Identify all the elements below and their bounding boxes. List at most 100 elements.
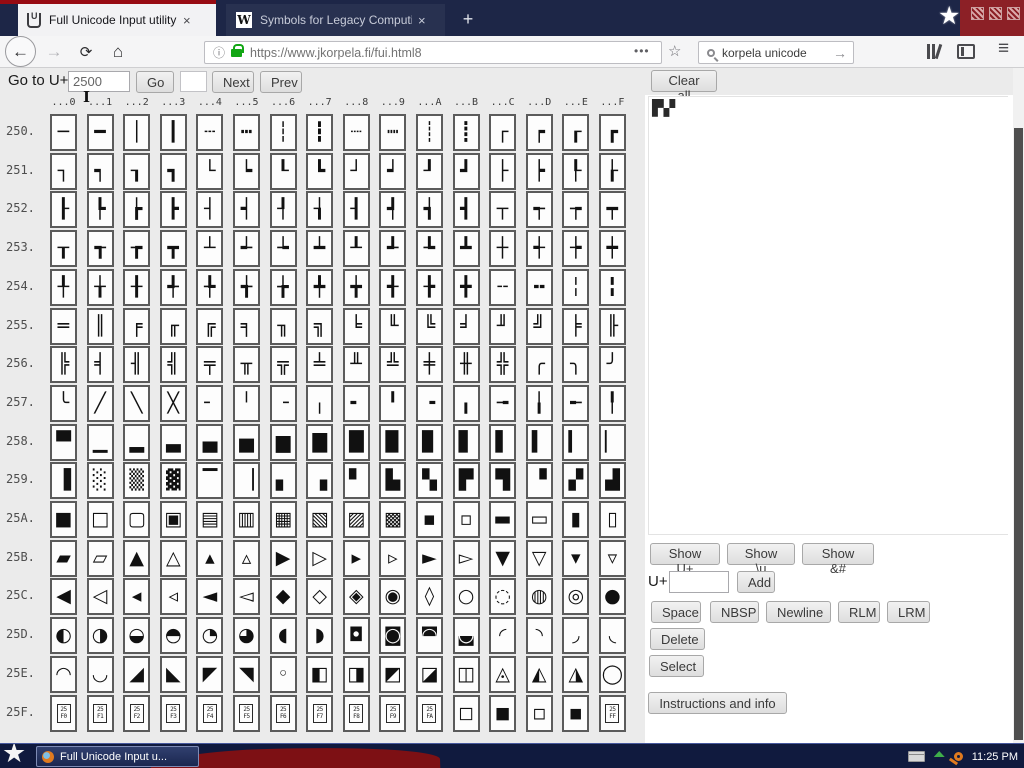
char-cell[interactable]: ◾ [562,694,590,732]
char-cell[interactable]: ▯ [598,501,626,538]
char-cell[interactable]: ▼ [489,539,517,577]
sidebar-icon[interactable] [957,44,975,59]
char-cell[interactable]: ◽ [525,694,553,732]
char-cell[interactable]: ◘ [342,617,370,655]
char-cell[interactable]: ▅ [232,423,260,461]
char-cell[interactable]: ◄ [196,578,224,616]
char-cell[interactable]: ║ [86,307,114,345]
char-cell[interactable]: ▌ [489,423,517,461]
char-cell[interactable]: ┌ [489,114,517,151]
char-cell[interactable]: ▚ [415,462,443,500]
char-cell[interactable]: ◐ [50,617,77,655]
char-cell[interactable]: ▓ [159,462,187,500]
char-cell[interactable]: ╅ [232,268,260,306]
char-cell[interactable]: 25 FA [415,694,443,732]
char-cell[interactable]: ◕ [232,617,260,655]
char-cell[interactable]: ┬ [489,191,517,229]
char-cell[interactable]: ◓ [159,617,187,655]
show-backslash-u-button[interactable]: Show \u [727,543,795,576]
search-bar[interactable]: korpela unicode → [698,41,854,64]
hamburger-menu-icon[interactable]: ≡ [998,38,1009,60]
char-cell[interactable]: ┳ [159,230,187,268]
char-cell[interactable]: ╨ [342,346,370,384]
char-cell[interactable]: ┪ [415,191,443,229]
char-cell[interactable]: 25 FF [598,694,626,732]
page-actions-icon[interactable]: ••• [634,44,650,58]
char-cell[interactable]: 25 F2 [123,694,151,732]
start-star-icon[interactable]: ★ [2,744,26,768]
https-lock-icon[interactable] [231,43,245,57]
instructions-button[interactable]: Instructions and info [648,692,787,714]
char-cell[interactable]: ◂ [123,578,151,616]
char-cell[interactable]: ◪ [415,655,443,693]
char-cell[interactable]: ▋ [452,423,480,461]
tab-close-icon[interactable]: × [418,13,426,28]
char-cell[interactable]: ╸ [342,384,370,422]
taskbar-app-button[interactable]: Full Unicode Input u... [36,746,199,767]
char-cell[interactable]: ◟ [598,617,626,655]
char-cell[interactable]: ▨ [342,501,370,538]
char-cell[interactable]: ╃ [159,268,187,306]
close-icon[interactable] [1007,7,1020,20]
char-cell[interactable]: ◢ [123,655,151,693]
char-cell[interactable]: ◎ [562,578,590,616]
char-cell[interactable]: ▶ [269,539,297,577]
char-cell[interactable]: ╳ [159,384,187,422]
char-cell[interactable]: ┾ [562,230,590,268]
char-cell[interactable]: ▜ [489,462,517,500]
char-cell[interactable]: ╠ [50,346,77,384]
char-cell[interactable]: ◣ [159,655,187,693]
char-cell[interactable]: ┫ [452,191,480,229]
char-cell[interactable]: ┻ [452,230,480,268]
char-cell[interactable]: ╊ [415,268,443,306]
char-cell[interactable]: ┚ [415,152,443,190]
char-cell[interactable]: 25 F6 [269,694,297,732]
char-cell[interactable]: ┼ [489,230,517,268]
char-cell[interactable]: ┉ [379,114,407,151]
char-cell[interactable]: ▿ [598,539,626,577]
char-cell[interactable]: ░ [86,462,114,500]
char-cell[interactable]: ▱ [86,539,114,577]
char-cell[interactable]: ┖ [269,152,297,190]
char-cell[interactable]: ▘ [342,462,370,500]
forward-button[interactable]: → [42,36,66,68]
char-cell[interactable]: ▉ [379,423,407,461]
char-cell[interactable]: ◙ [379,617,407,655]
add-button[interactable]: Add [737,571,775,593]
char-cell[interactable]: ╗ [306,307,334,345]
char-cell[interactable]: ╣ [159,346,187,384]
newline-button[interactable]: Newline [766,601,831,623]
char-cell[interactable]: ╝ [525,307,553,345]
char-cell[interactable]: ◥ [232,655,260,693]
char-cell[interactable]: 25 F8 [342,694,370,732]
char-cell[interactable]: ▵ [232,539,260,577]
char-cell[interactable]: ┣ [159,191,187,229]
char-cell[interactable]: ═ [50,307,77,345]
char-cell[interactable]: ▣ [159,501,187,538]
char-cell[interactable]: ╒ [123,307,151,345]
rlm-button[interactable]: RLM [838,601,880,623]
char-cell[interactable]: ╴ [196,384,224,422]
char-cell[interactable]: ╋ [452,268,480,306]
char-cell[interactable]: ▹ [379,539,407,577]
lrm-button[interactable]: LRM [887,601,930,623]
go-button[interactable]: Go [136,71,174,93]
char-cell[interactable]: ▰ [50,539,77,577]
show-entity-button[interactable]: Show &# [802,543,874,576]
char-cell[interactable]: ▷ [306,539,334,577]
char-cell[interactable]: ▕ [232,462,260,500]
char-cell[interactable]: ╽ [525,384,553,422]
char-cell[interactable]: ◫ [452,655,480,693]
char-cell[interactable]: ▆ [269,423,297,461]
home-button[interactable]: ⌂ [106,36,130,68]
char-cell[interactable]: ○ [452,578,480,616]
char-cell[interactable]: ▤ [196,501,224,538]
char-cell[interactable]: ╕ [232,307,260,345]
char-cell[interactable]: ▪ [415,501,443,538]
char-cell[interactable]: ◗ [306,617,334,655]
space-button[interactable]: Space [651,601,701,623]
char-cell[interactable]: ▩ [379,501,407,538]
collected-characters-textarea[interactable]: ▛▞ [648,96,1008,535]
char-cell[interactable]: ╚ [415,307,443,345]
char-cell[interactable]: ◆ [269,578,297,616]
